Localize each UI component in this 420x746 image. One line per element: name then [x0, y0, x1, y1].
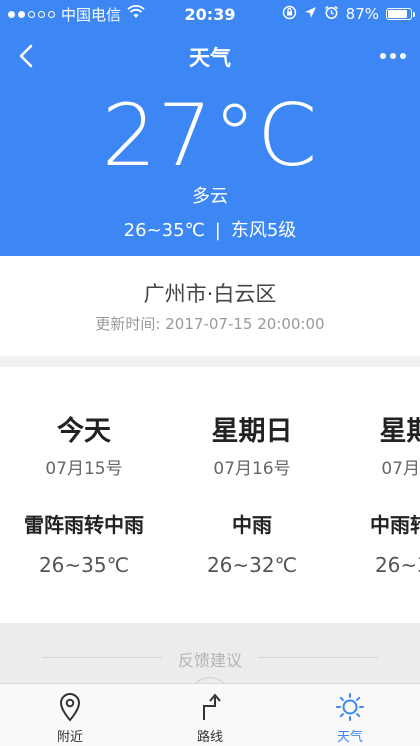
status-bar: 中国电信 20:39 87%	[0, 0, 420, 28]
location-pin-icon	[59, 693, 81, 722]
more-dot-icon	[390, 53, 396, 59]
day-name: 今天	[57, 416, 111, 447]
current-weather: 27°C 多云 26~35℃ | 东风5级	[0, 84, 420, 256]
battery-icon	[386, 8, 415, 20]
day-temp-range: 26~33℃	[374, 553, 420, 577]
orientation-lock-icon	[282, 5, 297, 24]
more-dot-icon	[400, 53, 406, 59]
battery-percent: 87%	[345, 5, 379, 23]
day-weather: 雷阵雨转中雨	[24, 513, 144, 537]
carrier-name: 中国电信	[61, 5, 122, 24]
tab-label: 天气	[336, 730, 363, 745]
location-card: 广州市·白云区 更新时间: 2017-07-15 20:00:00	[0, 256, 420, 356]
feedback-link[interactable]: 反馈建议	[0, 647, 420, 671]
range-and-wind: 26~35℃ | 东风5级	[0, 216, 420, 242]
feedback-section: 反馈建议	[0, 623, 420, 717]
current-condition: 多云	[192, 186, 228, 207]
day-name: 星期日	[211, 416, 293, 447]
more-options-button[interactable]	[372, 40, 414, 72]
current-range: 26~35℃	[123, 220, 205, 241]
update-time: 更新时间: 2017-07-15 20:00:00	[0, 313, 420, 334]
signal-strength-icon	[8, 10, 55, 18]
current-wind: 东风5级	[230, 220, 297, 241]
update-label: 更新时间:	[95, 315, 161, 333]
sun-icon	[336, 693, 364, 721]
update-timestamp: 2017-07-15 20:00:00	[165, 315, 325, 333]
day-date: 07月16号	[213, 459, 291, 479]
tab-weather[interactable]: 天气	[280, 684, 420, 746]
day-temp-range: 26~32℃	[206, 553, 298, 577]
tab-nearby[interactable]: 附近	[0, 684, 140, 746]
divider-line	[258, 657, 378, 658]
day-temp-range: 26~35℃	[38, 553, 130, 577]
current-temperature: 27°C	[101, 86, 319, 186]
navigation-bar: 天气	[0, 28, 420, 84]
tab-route[interactable]: 路线	[140, 684, 280, 746]
more-dot-icon	[380, 53, 386, 59]
day-weather: 中雨转大雨	[370, 513, 420, 537]
day-date: 07月17号	[381, 459, 420, 479]
wifi-icon	[127, 5, 145, 23]
location-arrow-icon	[304, 5, 317, 23]
day-weather: 中雨	[232, 513, 272, 537]
tab-label: 路线	[196, 730, 223, 745]
day-date: 07月15号	[45, 459, 123, 479]
divider: |	[214, 220, 221, 241]
tab-label: 附近	[56, 730, 83, 745]
route-arrow-icon	[203, 693, 221, 720]
page-title: 天气	[189, 46, 231, 70]
city-name: 广州市·白云区	[143, 282, 277, 306]
tab-bar: 附近 路线 天气	[0, 683, 420, 746]
alarm-icon	[324, 5, 339, 24]
day-name: 星期一	[379, 416, 420, 447]
forecast-list[interactable]: 今天 07月15号 雷阵雨转中雨 26~35℃ 星期日 07月16号 中雨 26…	[0, 367, 420, 623]
